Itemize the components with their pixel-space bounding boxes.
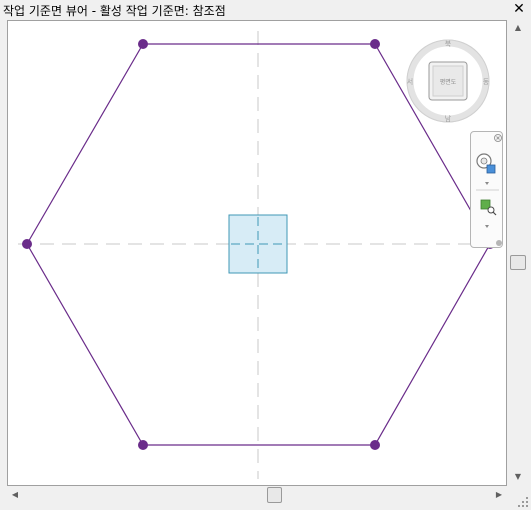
wheel-menu-chevron-down-icon[interactable] (485, 182, 489, 185)
vertex-point[interactable] (370, 39, 380, 49)
work-plane-viewer-window: 작업 기준면 뷰어 - 활성 작업 기준면: 참조점 ✕ 평면도 북 동 남 서… (0, 0, 531, 510)
drawing-svg: 평면도 북 동 남 서 (18, 31, 496, 479)
resize-grip-icon[interactable] (517, 496, 529, 508)
title-bar: 작업 기준면 뷰어 - 활성 작업 기준면: 참조점 ✕ (0, 0, 531, 20)
drawing-canvas[interactable]: 평면도 북 동 남 서 (7, 20, 507, 486)
vertex-point[interactable] (370, 440, 380, 450)
vertical-scroll-thumb[interactable] (510, 255, 526, 270)
compass-east-label[interactable]: 동 (483, 78, 490, 86)
horizontal-scrollbar[interactable]: ◀ ▶ (7, 486, 508, 504)
zoom-menu-chevron-down-icon[interactable] (485, 225, 489, 228)
scroll-left-icon[interactable]: ◀ (10, 490, 20, 500)
compass-north-label[interactable]: 북 (445, 40, 452, 48)
reference-point[interactable] (228, 214, 288, 274)
viewcube-face-label: 평면도 (440, 78, 457, 86)
vertex-point[interactable] (138, 440, 148, 450)
horizontal-scroll-thumb[interactable] (267, 487, 282, 503)
scroll-up-icon[interactable]: ▲ (513, 23, 523, 33)
window-title: 작업 기준면 뷰어 - 활성 작업 기준면: 참조점 (3, 4, 226, 18)
vertical-scrollbar[interactable]: ▲ ▼ (508, 20, 528, 487)
compass-south-label[interactable]: 남 (445, 114, 452, 123)
vertex-point[interactable] (22, 239, 32, 249)
zoom-region-icon[interactable] (480, 199, 497, 216)
navbar-close-icon[interactable] (494, 134, 502, 142)
scroll-down-icon[interactable]: ▼ (513, 472, 523, 482)
close-button[interactable]: ✕ (511, 1, 527, 17)
navigation-bar (470, 131, 503, 248)
compass-west-label[interactable]: 서 (407, 77, 413, 86)
viewcube[interactable]: 평면도 북 동 남 서 (406, 39, 490, 123)
full-navigation-wheel-icon[interactable] (476, 153, 496, 174)
navbar-options-icon[interactable] (496, 240, 502, 246)
scroll-right-icon[interactable]: ▶ (494, 490, 504, 500)
close-icon: ✕ (513, 1, 525, 17)
vertex-point[interactable] (138, 39, 148, 49)
